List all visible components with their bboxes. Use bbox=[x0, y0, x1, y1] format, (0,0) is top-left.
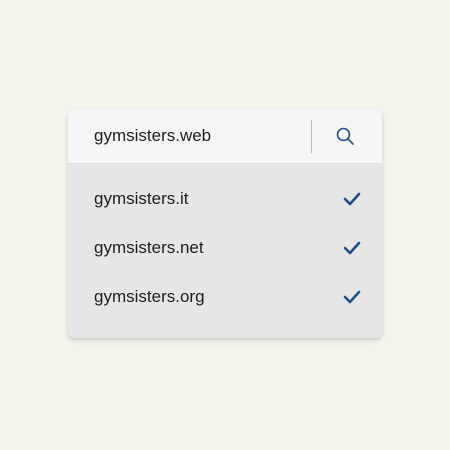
list-item[interactable]: gymsisters.org bbox=[68, 277, 382, 317]
search-icon bbox=[336, 127, 354, 145]
domain-search-input[interactable] bbox=[94, 123, 304, 149]
checkmark-icon bbox=[343, 192, 361, 206]
list-item[interactable]: gymsisters.net bbox=[68, 228, 382, 268]
search-bar bbox=[68, 109, 382, 164]
domain-name: gymsisters.it bbox=[94, 189, 189, 208]
domain-name: gymsisters.net bbox=[94, 238, 204, 257]
domain-name: gymsisters.org bbox=[94, 287, 205, 306]
divider bbox=[311, 120, 312, 153]
checkmark-icon bbox=[343, 241, 361, 255]
domain-search-card: gymsisters.it gymsisters.net gymsisters.… bbox=[68, 109, 382, 338]
search-button[interactable] bbox=[332, 123, 358, 149]
checkmark-icon bbox=[343, 290, 361, 304]
list-item[interactable]: gymsisters.it bbox=[68, 179, 382, 219]
